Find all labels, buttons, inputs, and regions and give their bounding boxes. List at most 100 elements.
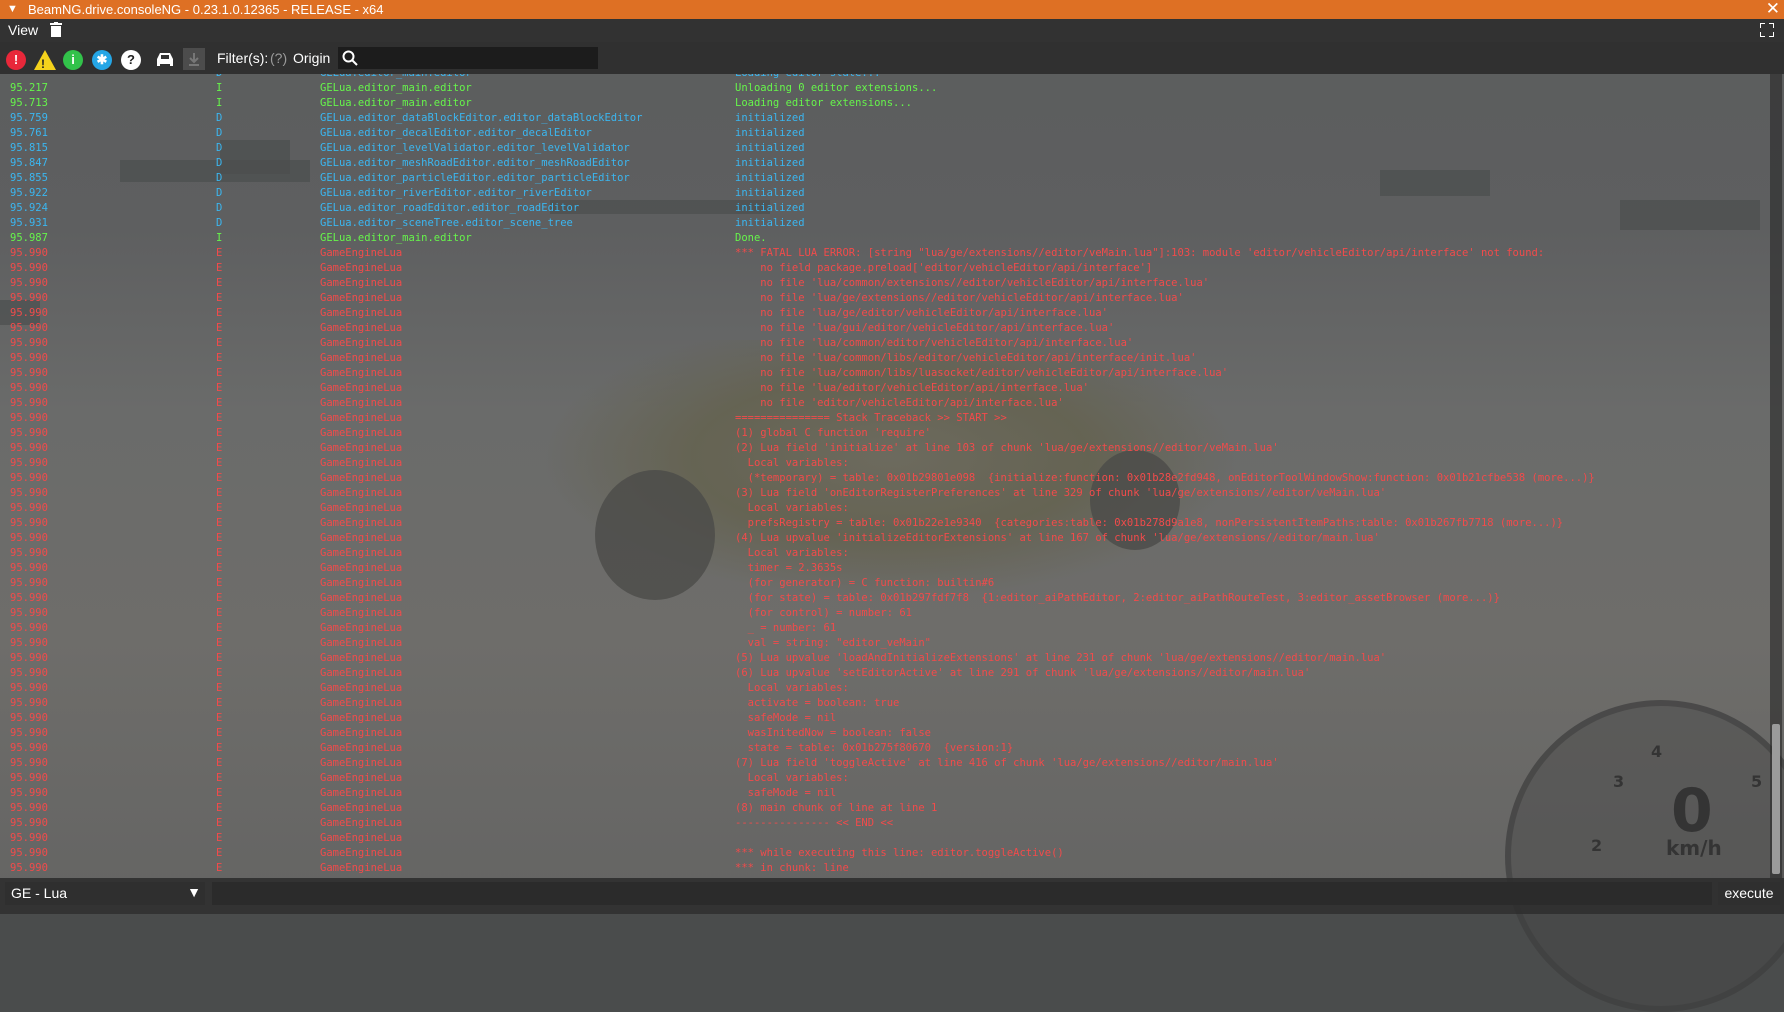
log-level: E (216, 277, 223, 289)
log-origin: GameEngineLua (320, 292, 403, 304)
log-timestamp: 95.990 (10, 292, 48, 304)
car-icon[interactable] (154, 51, 176, 69)
log-level: E (216, 472, 223, 484)
log-row: 95.990 E GameEngineLua (7) Lua field 'toggl… (0, 756, 1770, 771)
log-origin: GameEngineLua (320, 802, 403, 814)
download-icon[interactable] (183, 48, 205, 70)
execute-button[interactable]: execute (1718, 882, 1780, 905)
log-timestamp: 95.990 (10, 817, 48, 829)
log-row: 95.761 D GELua.editor_decalEditor.editor_d… (0, 126, 1770, 141)
log-message: prefsRegistry = table: 0x01b22e1e9340 {c… (735, 517, 1564, 529)
log-origin: GELua.editor_levelValidator.editor_level… (320, 142, 630, 154)
log-timestamp: 95.990 (10, 562, 48, 574)
log-origin: GameEngineLua (320, 502, 403, 514)
log-origin: GameEngineLua (320, 787, 403, 799)
close-icon[interactable]: ✕ (1766, 0, 1780, 18)
log-message: no file 'lua/ge/editor/vehicleEditor/api… (735, 307, 1108, 319)
trash-icon[interactable] (50, 22, 62, 37)
log-row: 95.990 E GameEngineLua (2) Lua field 'initi… (0, 441, 1770, 456)
debug-filter-icon[interactable]: ✱ (92, 50, 112, 70)
menubar: View (0, 19, 1784, 42)
log-timestamp: 95.990 (10, 517, 48, 529)
filter-help-hint[interactable]: (?) (270, 50, 287, 66)
log-level: D (216, 112, 223, 124)
log-origin: GameEngineLua (320, 547, 403, 559)
log-timestamp: 95.987 (10, 232, 48, 244)
log-message: no file 'lua/editor/vehicleEditor/api/in… (735, 382, 1090, 394)
console-log[interactable]: D GELua.editor_main.editor Loading editor … (0, 74, 1770, 878)
log-origin: GELua.editor_riverEditor.editor_riverEdi… (320, 187, 592, 199)
log-timestamp: 95.990 (10, 832, 48, 844)
log-level: D (216, 74, 222, 81)
log-row: 95.990 E GameEngineLua no file 'lua/common… (0, 276, 1770, 291)
log-origin: GELua.editor_main.editor (320, 97, 472, 109)
log-message: no file 'lua/ge/extensions//editor/vehic… (735, 292, 1184, 304)
log-timestamp: 95.990 (10, 457, 48, 469)
log-message: Done. (735, 232, 767, 244)
log-origin: GameEngineLua (320, 262, 403, 274)
warning-filter-icon[interactable]: ! (34, 50, 56, 71)
log-message: timer = 2.3635s (735, 562, 843, 574)
log-origin: GameEngineLua (320, 427, 403, 439)
log-timestamp: 95.990 (10, 607, 48, 619)
log-level: E (216, 427, 223, 439)
log-level: E (216, 667, 223, 679)
log-origin: GameEngineLua (320, 442, 403, 454)
log-message: no file 'lua/common/libs/editor/vehicleE… (735, 352, 1197, 364)
log-origin: GameEngineLua (320, 472, 403, 484)
help-icon[interactable]: ? (121, 50, 141, 70)
log-message: (for state) = table: 0x01b297fdf7f8 {1:e… (735, 592, 1500, 604)
log-timestamp: 95.713 (10, 97, 48, 109)
fullscreen-icon[interactable] (1760, 23, 1774, 37)
log-origin: GameEngineLua (320, 517, 403, 529)
log-row: 95.990 E GameEngineLua --------------- << E… (0, 816, 1770, 831)
log-level: E (216, 397, 223, 409)
log-timestamp: 95.759 (10, 112, 48, 124)
log-level: E (216, 487, 223, 499)
log-timestamp: 95.990 (10, 727, 48, 739)
log-level: E (216, 817, 223, 829)
search-icon (342, 50, 358, 66)
log-origin: GameEngineLua (320, 697, 403, 709)
log-origin: GameEngineLua (320, 712, 403, 724)
log-origin: GameEngineLua (320, 532, 403, 544)
log-level: E (216, 712, 223, 724)
log-message: (5) Lua upvalue 'loadAndInitializeExtens… (735, 652, 1387, 664)
log-row: 95.759 D GELua.editor_dataBlockEditor.edit… (0, 111, 1770, 126)
log-timestamp: 95.990 (10, 532, 48, 544)
log-origin: GameEngineLua (320, 337, 403, 349)
error-filter-icon[interactable]: ! (6, 50, 26, 70)
log-row: 95.990 E GameEngineLua =============== Stac… (0, 411, 1770, 426)
log-timestamp: 95.931 (10, 217, 48, 229)
log-timestamp: 95.990 (10, 577, 48, 589)
log-message: *** in chunk: line (735, 862, 849, 874)
log-message: Local variables: (735, 502, 849, 514)
scrollbar-thumb[interactable] (1772, 724, 1780, 874)
search-input[interactable] (338, 47, 598, 69)
log-message: Loading editor state... (735, 74, 880, 81)
view-menu[interactable]: View (8, 22, 38, 38)
log-message: Loading editor extensions... (735, 97, 913, 109)
log-level: E (216, 592, 223, 604)
log-origin: GameEngineLua (320, 682, 403, 694)
log-scrollbar[interactable] (1770, 74, 1782, 878)
log-message: (for generator) = C function: builtin#6 (735, 577, 995, 589)
log-origin: GameEngineLua (320, 652, 403, 664)
log-timestamp: 95.990 (10, 322, 48, 334)
log-origin: GELua.editor_main.editor (320, 82, 472, 94)
log-message: initialized (735, 187, 805, 199)
info-filter-icon[interactable]: i (63, 50, 83, 70)
menu-triangle-icon[interactable]: ▼ (7, 0, 18, 19)
log-origin: GameEngineLua (320, 352, 403, 364)
log-message: no file 'lua/common/editor/vehicleEditor… (735, 337, 1134, 349)
command-input[interactable] (212, 882, 1712, 905)
context-select[interactable]: GE - Lua ▼ (5, 882, 205, 905)
log-timestamp: 95.990 (10, 637, 48, 649)
log-row: 95.990 E GameEngineLua (for state) = table… (0, 591, 1770, 606)
log-timestamp: 95.815 (10, 142, 48, 154)
context-select-value: GE - Lua (11, 885, 68, 901)
log-message: no field package.preload['editor/vehicle… (735, 262, 1153, 274)
log-origin: GameEngineLua (320, 247, 403, 259)
log-timestamp: 95.990 (10, 742, 48, 754)
log-message: initialized (735, 202, 805, 214)
